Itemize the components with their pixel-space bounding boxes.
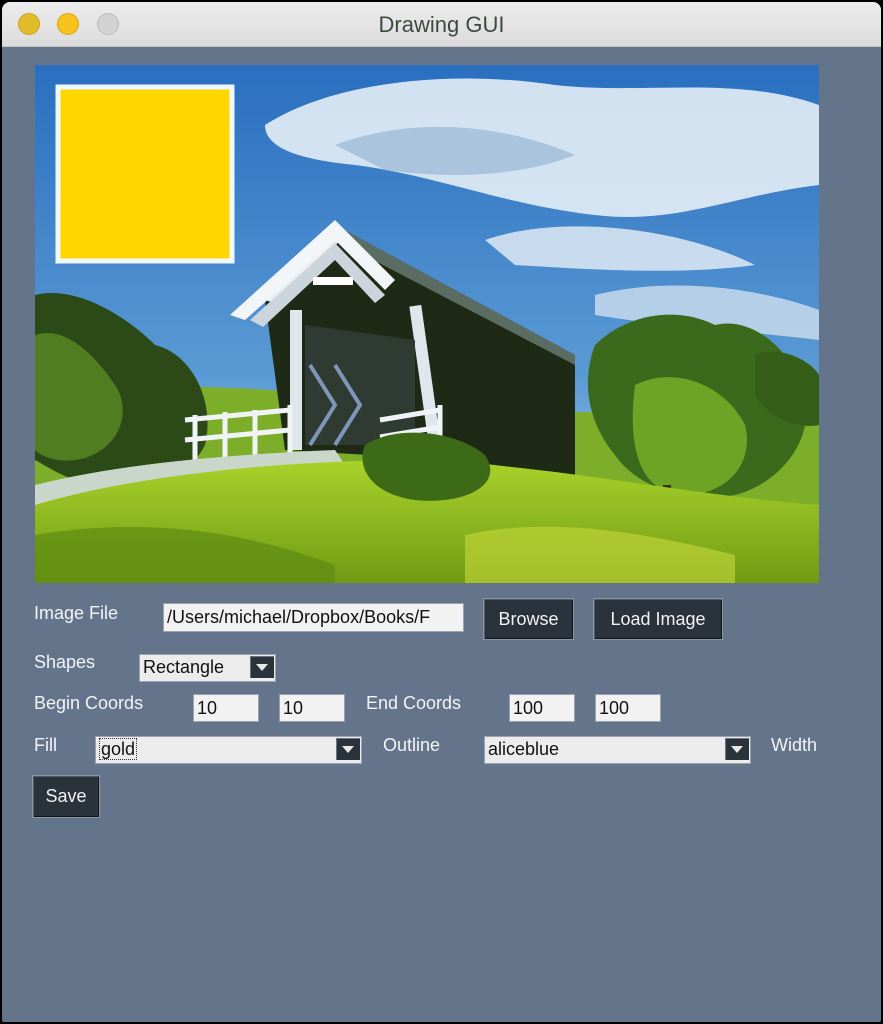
shapes-label: Shapes (34, 652, 96, 672)
drawn-rectangle (55, 84, 235, 264)
chevron-down-icon[interactable] (336, 738, 360, 760)
begin-y-input[interactable]: 10 (279, 694, 345, 722)
fill-select-value: gold (99, 738, 138, 760)
image-file-label: Image File (34, 603, 119, 623)
browse-button[interactable]: Browse (483, 598, 574, 640)
image-file-input[interactable]: /Users/michael/Dropbox/Books/F (163, 603, 464, 632)
fill-label: Fill (34, 735, 57, 755)
app-window: Drawing GUI Image File /Users/michael/Dr… (2, 2, 881, 1022)
outline-select-value: aliceblue (488, 739, 560, 759)
shapes-select-value: Rectangle (143, 657, 225, 677)
begin-coords-label: Begin Coords (34, 693, 144, 713)
landscape-image (35, 65, 819, 583)
fill-select[interactable]: gold (95, 736, 362, 764)
save-button[interactable]: Save (32, 775, 100, 818)
end-coords-label: End Coords (366, 693, 462, 713)
width-label: Width (771, 735, 818, 755)
outline-select[interactable]: aliceblue (484, 736, 751, 764)
begin-x-input[interactable]: 10 (193, 694, 259, 722)
window-title: Drawing GUI (378, 12, 505, 37)
chevron-down-icon[interactable] (250, 656, 274, 678)
outline-label: Outline (383, 735, 441, 755)
shapes-select[interactable]: Rectangle (139, 654, 276, 682)
title-bar: Drawing GUI (2, 2, 881, 47)
drawing-canvas[interactable] (35, 65, 819, 583)
load-image-button[interactable]: Load Image (593, 598, 723, 640)
end-y-input[interactable]: 100 (595, 694, 661, 722)
end-x-input[interactable]: 100 (509, 694, 575, 722)
chevron-down-icon[interactable] (725, 738, 749, 760)
